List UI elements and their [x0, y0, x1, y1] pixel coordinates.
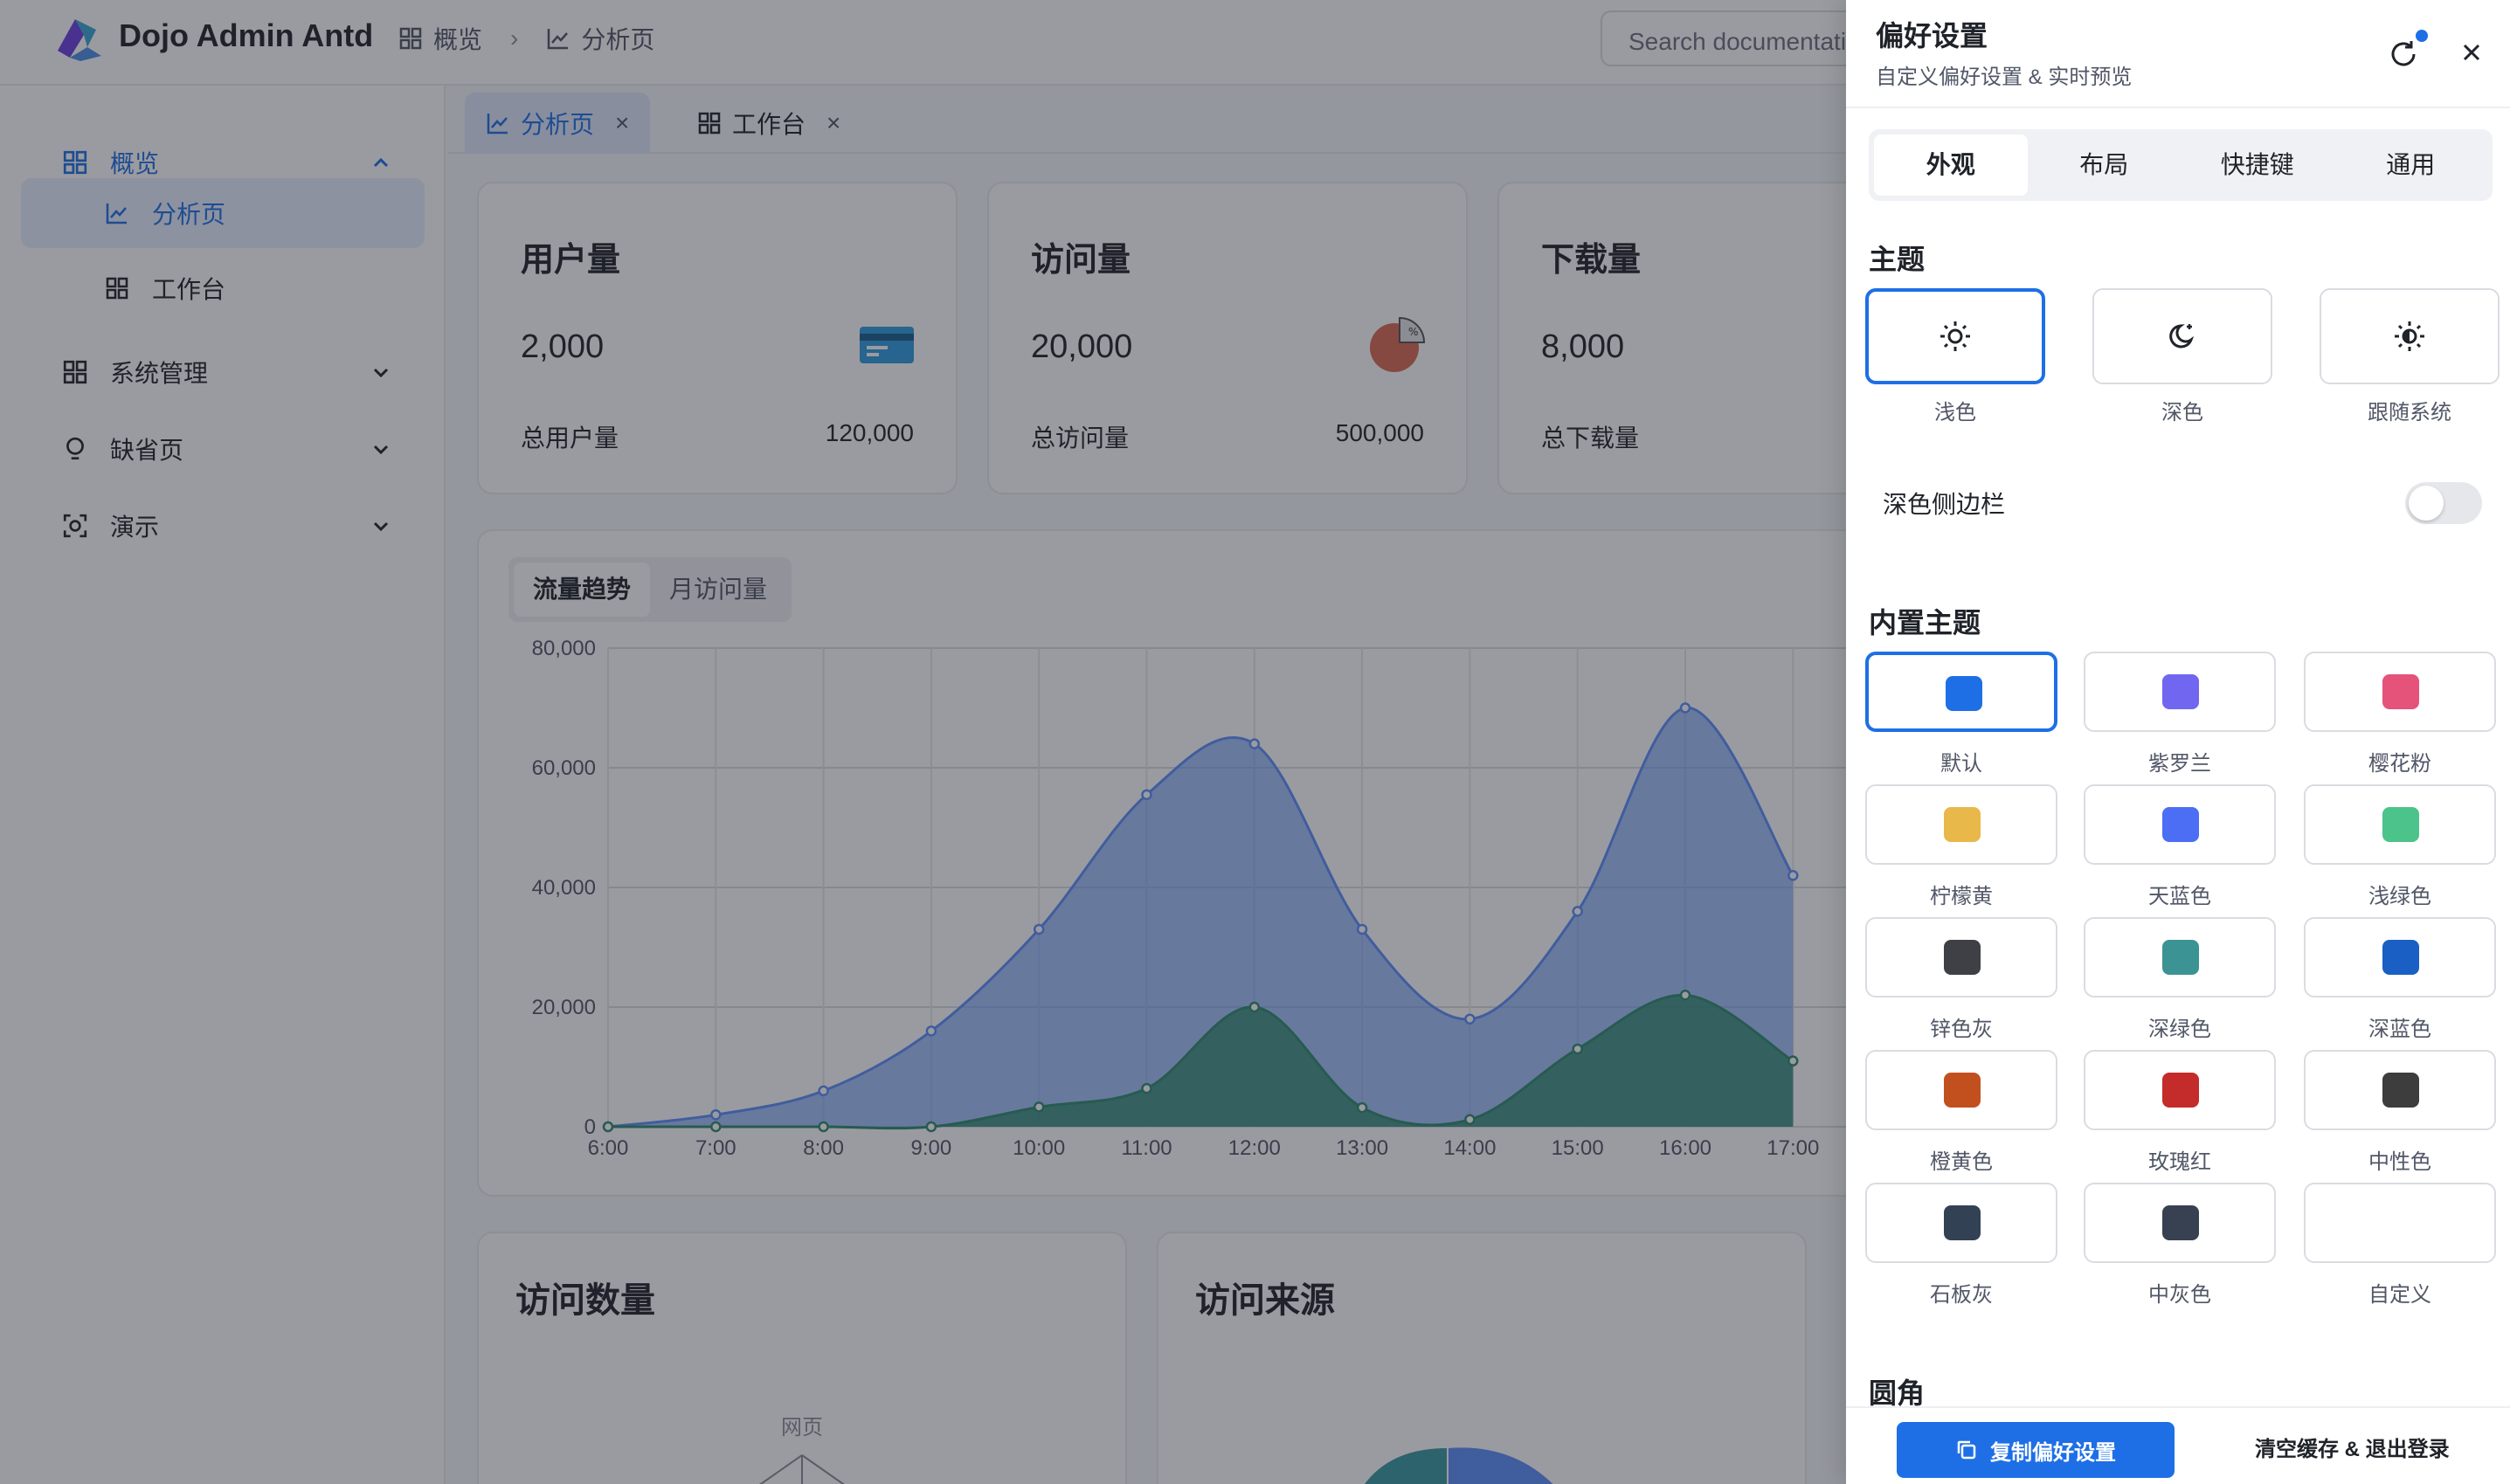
modal-overlay[interactable]: [0, 0, 1846, 1484]
color-swatch: [2162, 1205, 2199, 1240]
theme-swatch-option[interactable]: [1865, 652, 2057, 732]
color-swatch: [2162, 1073, 2199, 1108]
theme-swatch-option[interactable]: [2304, 1050, 2496, 1130]
theme-dark-option[interactable]: [2092, 288, 2272, 384]
drawer-footer: 复制偏好设置 清空缓存 & 退出登录: [1846, 1406, 2510, 1484]
theme-label: 深色: [2161, 401, 2203, 424]
close-icon[interactable]: [2458, 38, 2486, 66]
swatch-label: 深蓝色: [2368, 1018, 2431, 1041]
theme-swatch-option[interactable]: [2084, 1183, 2276, 1263]
swatch-label: 锌色灰: [1930, 1018, 1993, 1041]
theme-swatch-option[interactable]: [2304, 652, 2496, 732]
theme-swatch-option[interactable]: [2084, 652, 2276, 732]
theme-swatch-option[interactable]: [1865, 1183, 2057, 1263]
swatch-label: 樱花粉: [2368, 752, 2431, 776]
divider: [1846, 107, 2510, 108]
swatch-label: 深绿色: [2148, 1018, 2211, 1041]
dark-sidebar-label: 深色侧边栏: [1883, 491, 2006, 518]
swatch-label: 橙黄色: [1930, 1150, 1993, 1174]
builtin-theme-heading: 内置主题: [1869, 607, 1981, 638]
theme-heading: 主题: [1869, 244, 1926, 275]
theme-swatch-option[interactable]: [1865, 917, 2057, 997]
moon-icon: [2169, 324, 2195, 349]
color-swatch: [2162, 807, 2199, 842]
color-swatch: [1944, 807, 1981, 842]
clear-cache-logout-button[interactable]: 清空缓存 & 退出登录: [2255, 1422, 2450, 1478]
swatch-label: 中灰色: [2148, 1283, 2211, 1307]
theme-swatch-option[interactable]: [2084, 784, 2276, 865]
color-swatch: [1944, 1073, 1981, 1108]
swatch-label: 石板灰: [1930, 1283, 1993, 1307]
drawer-title: 偏好设置: [1876, 20, 1988, 52]
color-swatch: [2382, 807, 2419, 842]
theme-system-option[interactable]: [2320, 288, 2500, 384]
tab-layout[interactable]: 布局: [2028, 135, 2182, 196]
color-swatch: [2382, 1073, 2419, 1108]
color-swatch: [1946, 676, 1982, 711]
theme-label: 浅色: [1934, 401, 1976, 424]
reset-icon[interactable]: [2388, 38, 2419, 70]
tab-appearance[interactable]: 外观: [1874, 135, 2028, 196]
sun-icon: [1940, 321, 1970, 351]
reset-badge: [2416, 30, 2428, 42]
swatch-label: 柠檬黄: [1930, 885, 1993, 908]
theme-swatch-option[interactable]: [1865, 784, 2057, 865]
color-swatch: [2382, 674, 2419, 709]
dark-sidebar-toggle[interactable]: [2405, 482, 2482, 524]
preferences-tabs: 外观 布局 快捷键 通用: [1869, 129, 2493, 201]
theme-swatch-option[interactable]: [2304, 784, 2496, 865]
color-swatch: [1944, 1205, 1981, 1240]
tab-general[interactable]: 通用: [2334, 135, 2488, 196]
app-root: Dojo Admin Antd 概览 › 分析页 Search document…: [0, 0, 2510, 1484]
theme-label: 跟随系统: [2368, 401, 2451, 424]
color-swatch: [2382, 940, 2419, 975]
swatch-label: 紫罗兰: [2148, 752, 2211, 776]
swatch-label: 默认: [1940, 752, 1982, 776]
swatch-label: 浅绿色: [2368, 885, 2431, 908]
theme-swatch-option[interactable]: [2084, 917, 2276, 997]
drawer-subtitle: 自定义偏好设置 & 实时预览: [1876, 66, 2133, 89]
preferences-drawer: 偏好设置 自定义偏好设置 & 实时预览 外观 布局 快捷键 通用 主题 浅色 深…: [1846, 0, 2510, 1484]
swatch-label: 中性色: [2368, 1150, 2431, 1174]
theme-light-option[interactable]: [1865, 288, 2045, 384]
color-swatch: [2162, 674, 2199, 709]
theme-swatch-option[interactable]: [2084, 1050, 2276, 1130]
copy-preferences-button[interactable]: 复制偏好设置: [1897, 1422, 2175, 1478]
swatch-label: 自定义: [2368, 1283, 2431, 1307]
button-label: 复制偏好设置: [1990, 1440, 2116, 1465]
sun-moon-icon: [2395, 321, 2424, 351]
swatch-label: 玫瑰红: [2148, 1150, 2211, 1174]
tab-shortcuts[interactable]: 快捷键: [2181, 135, 2334, 196]
theme-swatch-option[interactable]: [2304, 1183, 2496, 1263]
color-swatch: [1944, 940, 1981, 975]
swatch-label: 天蓝色: [2148, 885, 2211, 908]
toggle-knob: [2409, 486, 2444, 521]
copy-icon: [1957, 1440, 1976, 1460]
color-swatch: [2162, 940, 2199, 975]
theme-swatch-option[interactable]: [1865, 1050, 2057, 1130]
theme-swatch-option[interactable]: [2304, 917, 2496, 997]
